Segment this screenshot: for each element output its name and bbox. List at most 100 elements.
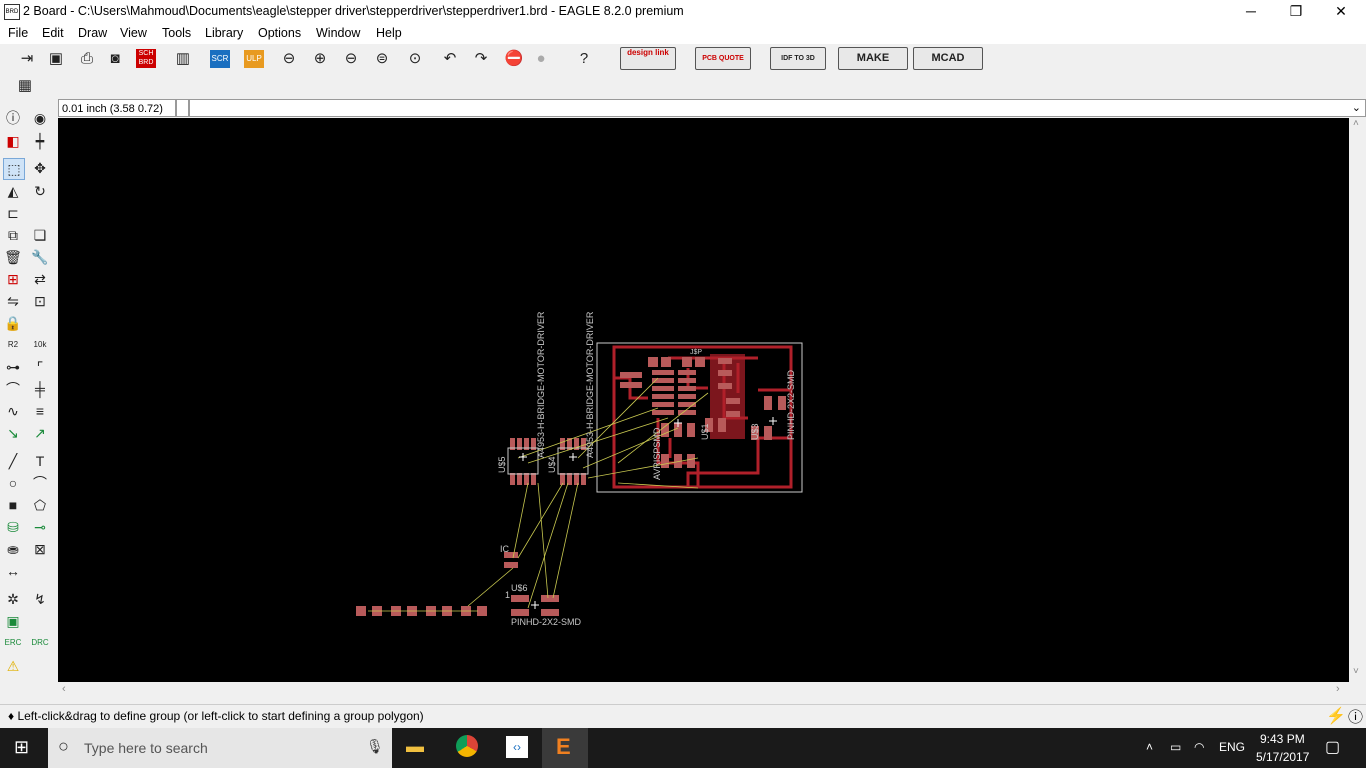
menu-tools[interactable]: Tools — [162, 26, 191, 40]
file-explorer-icon[interactable]: ▬ — [406, 736, 424, 757]
menu-draw[interactable]: Draw — [78, 26, 107, 40]
editor-icon[interactable]: ‹› — [506, 736, 528, 758]
info-icon[interactable]: ⓘ — [3, 108, 23, 128]
scroll-down-icon[interactable]: ˅ — [1353, 666, 1359, 677]
add-icon[interactable]: ⊞ — [3, 269, 23, 289]
battery-icon[interactable]: ▭ — [1170, 740, 1181, 754]
optimize-icon[interactable]: ╪ — [30, 379, 50, 399]
undo-icon[interactable]: ↶ — [439, 48, 461, 70]
polygon-icon[interactable]: ⬠ — [30, 495, 50, 515]
zoom-redraw-icon[interactable]: ⊜ — [371, 48, 393, 70]
sch-brd-button[interactable]: SCH BRD — [136, 49, 156, 68]
close-button[interactable]: ✕ — [1318, 0, 1364, 24]
menu-edit[interactable]: Edit — [42, 26, 64, 40]
scroll-up-icon[interactable]: ˄ — [1353, 118, 1359, 129]
notifications-icon[interactable]: ▢ — [1325, 737, 1340, 757]
zoom-select-icon[interactable]: ⊙ — [404, 48, 426, 70]
chevron-up-icon[interactable]: ˄ — [1146, 740, 1153, 754]
align-icon[interactable]: ⊏ — [3, 203, 23, 223]
delete-icon[interactable]: 🗑 — [3, 247, 23, 267]
eagle-taskbar-item[interactable]: E — [542, 728, 588, 768]
route-multi-icon[interactable]: ≡ — [30, 401, 50, 421]
mark-icon[interactable]: ┿ — [30, 131, 50, 151]
menu-window[interactable]: Window — [316, 26, 360, 40]
cam-icon[interactable]: ◙ — [104, 48, 126, 70]
minimize-button[interactable]: ─ — [1228, 0, 1274, 24]
open-icon[interactable]: ⇥ — [16, 48, 38, 70]
board-icon[interactable]: ▣ — [3, 611, 23, 631]
command-line-input[interactable]: ⌄ — [189, 99, 1366, 117]
mirror-icon[interactable]: ◭ — [3, 181, 23, 201]
microphone-icon[interactable]: 🎙 — [366, 738, 384, 755]
warning-icon[interactable]: ⚠ — [3, 656, 23, 676]
save-icon[interactable]: ▣ — [45, 48, 67, 70]
drc-icon[interactable]: DRC — [30, 633, 50, 653]
grid-icon[interactable]: ▦ — [14, 75, 36, 97]
language-indicator[interactable]: ENG — [1219, 740, 1245, 754]
pcb-quote-button[interactable]: PCB QUOTE — [695, 47, 751, 70]
arc-icon[interactable]: ⌒ — [30, 473, 50, 493]
zoom-fit-icon[interactable]: ⊖ — [278, 48, 300, 70]
meander-icon[interactable]: ∿ — [3, 401, 23, 421]
bolt-icon[interactable]: ⚡ — [1326, 706, 1346, 726]
clock-time[interactable]: 9:43 PM — [1260, 732, 1305, 746]
rotate-icon[interactable]: ↻ — [30, 181, 50, 201]
taskbar-search[interactable]: ○ Type here to search 🎙 — [48, 728, 392, 768]
menu-options[interactable]: Options — [258, 26, 301, 40]
vertical-scrollbar[interactable]: ˄ ˅ — [1349, 118, 1366, 682]
ulp-button[interactable]: ULP — [244, 50, 264, 68]
chrome-icon[interactable] — [456, 735, 478, 757]
wrench-icon[interactable]: 🔧 — [30, 247, 50, 267]
print-icon[interactable]: ⎙ — [76, 48, 98, 70]
attribute-icon[interactable]: ⊠ — [30, 539, 50, 559]
scroll-left-icon[interactable]: ‹ — [62, 683, 66, 695]
circle-icon[interactable]: ○ — [3, 473, 23, 493]
group-icon[interactable]: ⬚ — [3, 158, 25, 180]
board-canvas[interactable]: A4953-H-BRIDGE-MOTOR-DRIVER A4953-H-BRID… — [58, 118, 1349, 682]
restore-button[interactable]: ❐ — [1273, 0, 1319, 24]
eye-icon[interactable]: ◉ — [30, 108, 50, 128]
swap-icon[interactable]: ⇋ — [3, 291, 23, 311]
text-icon[interactable]: T — [30, 451, 50, 471]
value-icon[interactable]: 10k — [30, 335, 50, 355]
menu-library[interactable]: Library — [205, 26, 243, 40]
erc-icon[interactable]: ERC — [3, 633, 23, 653]
via-icon[interactable]: ⛁ — [3, 517, 23, 537]
chevron-down-icon[interactable]: ⌄ — [1352, 101, 1361, 114]
ripup-icon[interactable]: ↗ — [30, 423, 50, 443]
windows-start-icon[interactable]: ⊞ — [14, 737, 29, 758]
route-icon[interactable]: ↘ — [3, 423, 23, 443]
zoom-out-icon[interactable]: ⊖ — [340, 48, 362, 70]
stop-icon[interactable]: ⛔ — [503, 48, 525, 70]
go-icon[interactable]: ● — [530, 48, 552, 70]
move-icon[interactable]: ✥ — [30, 158, 50, 178]
lock-open-icon[interactable]: ⊡ — [30, 291, 50, 311]
miter-icon[interactable]: ⌜ — [30, 357, 50, 377]
ratsnest-icon[interactable]: ✲ — [3, 589, 23, 609]
rect-icon[interactable]: ■ — [3, 495, 23, 515]
split-icon[interactable]: ⌒ — [3, 379, 23, 399]
idf-3d-button[interactable]: IDF TO 3D — [770, 47, 826, 70]
name-icon[interactable]: R2 — [3, 335, 23, 355]
lock-icon[interactable]: 🔒 — [3, 313, 23, 333]
signal-icon[interactable]: ⊸ — [30, 517, 50, 537]
stop-status-icon[interactable]: ⓘ — [1348, 706, 1363, 727]
help-icon[interactable]: ? — [573, 48, 595, 70]
coordinate-dropdown[interactable] — [176, 99, 189, 117]
mcad-button[interactable]: MCAD — [913, 47, 983, 70]
menu-help[interactable]: Help — [376, 26, 402, 40]
clock-date[interactable]: 5/17/2017 — [1256, 750, 1309, 764]
redo-icon[interactable]: ↷ — [470, 48, 492, 70]
scr-button[interactable]: SCR — [210, 50, 230, 68]
make-button[interactable]: MAKE — [838, 47, 908, 70]
copy-icon[interactable]: ⧉ — [3, 225, 23, 245]
paste-icon[interactable]: ❏ — [30, 225, 50, 245]
wifi-icon[interactable]: ◠ — [1194, 740, 1204, 754]
scroll-right-icon[interactable]: › — [1336, 683, 1340, 695]
dimension-icon[interactable]: ↔ — [3, 561, 23, 581]
library-icon[interactable]: ▥ — [172, 48, 194, 70]
smash-icon[interactable]: ⊶ — [3, 357, 23, 377]
replace-icon[interactable]: ⇄ — [30, 269, 50, 289]
layers-icon[interactable]: ◧ — [3, 131, 23, 151]
hole-icon[interactable]: ⛂ — [3, 539, 23, 559]
